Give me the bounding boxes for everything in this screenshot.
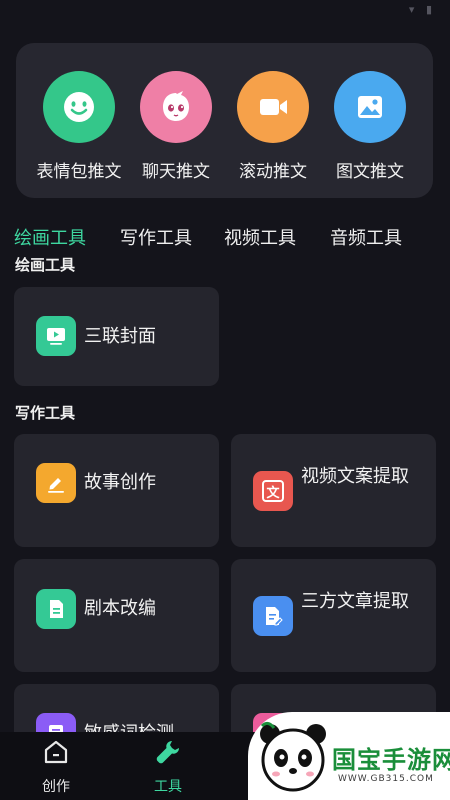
home-icon <box>44 740 68 764</box>
hero-item-image-tweet[interactable]: 图文推文 <box>320 71 420 182</box>
glyph-text: 文 <box>262 480 284 502</box>
card-label: 视频文案提取 <box>301 466 409 487</box>
status-bar: ▾ ▮ <box>0 0 450 22</box>
wrench-icon <box>156 741 179 764</box>
tab-audio-tools[interactable]: 音频工具 <box>330 224 402 250</box>
hero-panel: 表情包推文 聊天推文 滚动推文 图文推文 <box>16 43 433 198</box>
watermark-text: 国宝手游网 <box>332 746 450 774</box>
image-icon <box>334 71 406 143</box>
panda-logo-icon <box>260 721 326 792</box>
hero-item-label: 表情包推文 <box>36 162 122 182</box>
status-icons: ▾ ▮ <box>408 3 436 16</box>
hero-item-scroll-tweet[interactable]: 滚动推文 <box>223 71 323 182</box>
hero-item-emoji-tweet[interactable]: 表情包推文 <box>29 71 129 182</box>
document-icon <box>36 589 76 629</box>
section-title-writing: 写作工具 <box>15 404 76 422</box>
tab-video-tools[interactable]: 视频工具 <box>224 224 296 250</box>
tab-writing-tools[interactable]: 写作工具 <box>120 224 192 250</box>
pencil-icon <box>36 463 76 503</box>
site-watermark: 国宝手游网 WWW.GB315.COM <box>248 712 450 800</box>
tab-painting-tools[interactable]: 绘画工具 <box>14 224 86 250</box>
hero-item-label: 聊天推文 <box>142 162 210 182</box>
section-title-painting: 绘画工具 <box>15 256 76 274</box>
video-camera-icon <box>237 71 309 143</box>
card-script-adaptation[interactable]: 剧本改编 <box>14 559 219 672</box>
text-glyph-icon: 文 <box>253 471 293 511</box>
chat-mascot-icon <box>140 71 212 143</box>
hero-item-chat-tweet[interactable]: 聊天推文 <box>126 71 226 182</box>
card-third-party-article-extract[interactable]: 三方文章提取 <box>231 559 436 672</box>
nav-item-tools[interactable]: 工具 <box>128 738 208 796</box>
card-label: 三联封面 <box>84 326 156 347</box>
card-story-creation[interactable]: 故事创作 <box>14 434 219 547</box>
card-label: 剧本改编 <box>84 598 156 619</box>
hero-item-label: 图文推文 <box>336 162 404 182</box>
card-triptych-cover[interactable]: 三联封面 <box>14 287 219 386</box>
card-label: 故事创作 <box>84 472 156 493</box>
play-screen-icon <box>36 316 76 356</box>
nav-item-create[interactable]: 创作 <box>16 738 96 796</box>
card-label: 三方文章提取 <box>301 591 409 612</box>
smiley-icon <box>43 71 115 143</box>
nav-label: 工具 <box>154 779 182 795</box>
nav-label: 创作 <box>42 779 70 795</box>
card-video-copy-extract[interactable]: 文 视频文案提取 <box>231 434 436 547</box>
hero-item-label: 滚动推文 <box>239 162 307 182</box>
watermark-url: WWW.GB315.COM <box>338 774 434 784</box>
tool-category-tabs: 绘画工具 写作工具 视频工具 音频工具 <box>0 224 450 252</box>
edit-document-icon <box>253 596 293 636</box>
